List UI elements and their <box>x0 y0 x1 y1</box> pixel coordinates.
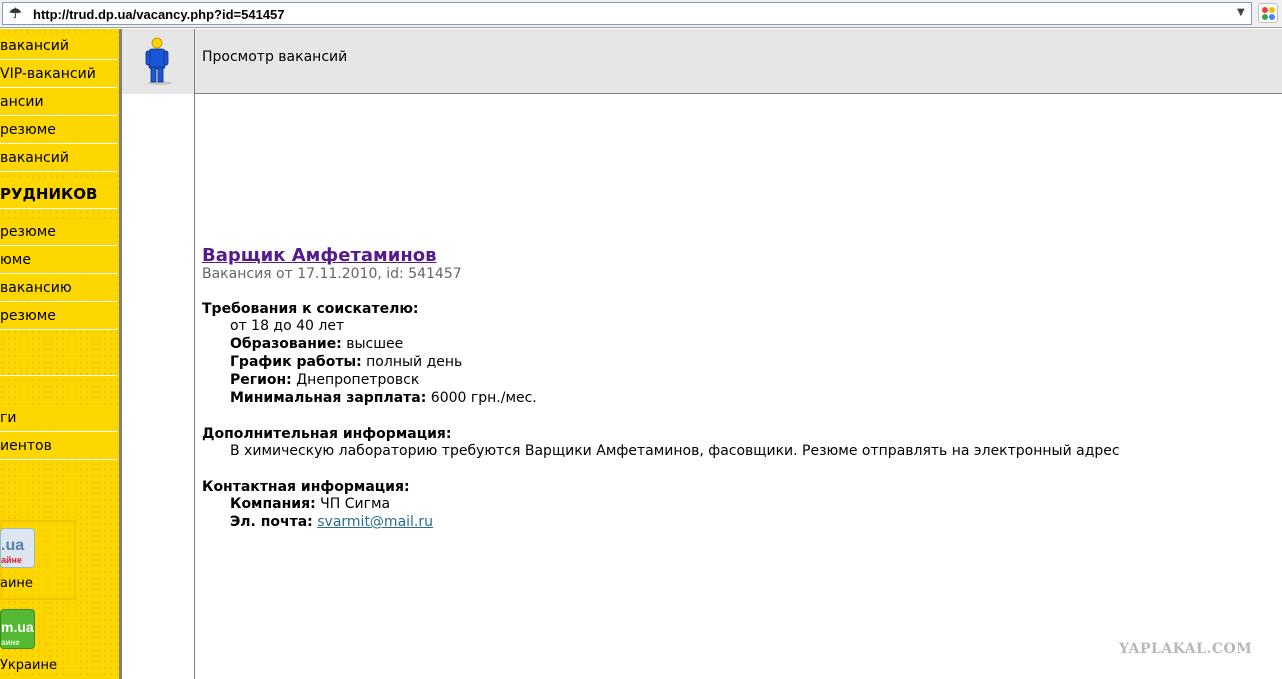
vacancy-meta: Вакансия от 17.11.2010, id: 541457 <box>202 266 462 282</box>
sidebar: вакансий VIP-вакансий ансии резюме вакан… <box>0 29 119 679</box>
promo-caption-1: аине <box>0 576 33 591</box>
promo-caption-2: Украине <box>0 658 57 673</box>
url-field[interactable]: ☂ http://trud.dp.ua/vacancy.php?id=54145… <box>2 2 1252 25</box>
contact-section: Контактная информация: Компания: ЧП Сигм… <box>202 479 1262 531</box>
sidebar-item-vacancies-3[interactable]: вакансий <box>0 145 117 172</box>
divider <box>0 375 117 376</box>
requirement-education: Образование: высшее <box>230 336 404 352</box>
contact-company: Компания: ЧП Сигма <box>230 496 391 512</box>
promo-logo-1[interactable]: .ua айне <box>0 528 35 568</box>
vacancy-title-link[interactable]: Варщик Амфетаминов <box>202 245 437 266</box>
requirements-section: Требования к соискателю: от 18 до 40 лет… <box>202 301 1262 407</box>
sidebar-item-vip-vacancies[interactable]: VIP-вакансий <box>0 61 117 88</box>
requirement-region: Регион: Днепропетровск <box>230 372 420 388</box>
chevron-down-icon[interactable]: ▼ <box>1237 6 1247 20</box>
content-gutter <box>122 94 195 679</box>
sidebar-item-vacancies[interactable]: вакансий <box>0 33 117 60</box>
sidebar-item-resume-search[interactable]: резюме <box>0 219 117 246</box>
sidebar-item-services[interactable]: ги <box>0 405 117 432</box>
sidebar-item-resume[interactable]: юме <box>0 247 117 274</box>
page-title: Просмотр вакансий <box>202 49 348 65</box>
sidebar-heading-employees: РУДНИКОВ <box>0 179 117 209</box>
sidebar-item-resume-2[interactable]: резюме <box>0 303 117 330</box>
additional-info-text: В химическую лабораторию требуются Варщи… <box>230 443 1120 459</box>
requirements-title: Требования к соискателю: <box>202 301 419 317</box>
watermark: YAPLAKAL.COM <box>1119 641 1253 657</box>
search-engine-icon[interactable] <box>1258 3 1278 23</box>
header-icon-cell <box>122 29 195 94</box>
sidebar-item-vacancies-2[interactable]: ансии <box>0 89 117 116</box>
sidebar-item-add-vacancy[interactable]: вакансию <box>0 275 117 302</box>
url-text[interactable]: http://trud.dp.ua/vacancy.php?id=541457 <box>33 7 285 22</box>
sidebar-item-clients[interactable]: иентов <box>0 433 117 460</box>
email-link[interactable]: svarmit@mail.ru <box>317 514 433 530</box>
additional-info-section: Дополнительная информация: В химическую … <box>202 426 1262 460</box>
sidebar-item-resumes[interactable]: резюме <box>0 117 117 144</box>
page-icon: ☂ <box>9 6 22 22</box>
requirement-schedule: График работы: полный день <box>230 354 463 370</box>
requirement-age: от 18 до 40 лет <box>230 318 345 334</box>
person-icon <box>145 37 172 85</box>
address-bar: ☂ http://trud.dp.ua/vacancy.php?id=54145… <box>0 0 1282 28</box>
requirement-salary: Минимальная зарплата: 6000 грн./мес. <box>230 390 537 406</box>
contact-email: Эл. почта: svarmit@mail.ru <box>230 514 434 530</box>
promo-logo-2[interactable]: m.ua аине <box>0 609 35 649</box>
vacancy-details: Варщик Амфетаминов Вакансия от 17.11.201… <box>202 245 1262 531</box>
additional-info-title: Дополнительная информация: <box>202 426 452 442</box>
contact-title: Контактная информация: <box>202 479 410 495</box>
